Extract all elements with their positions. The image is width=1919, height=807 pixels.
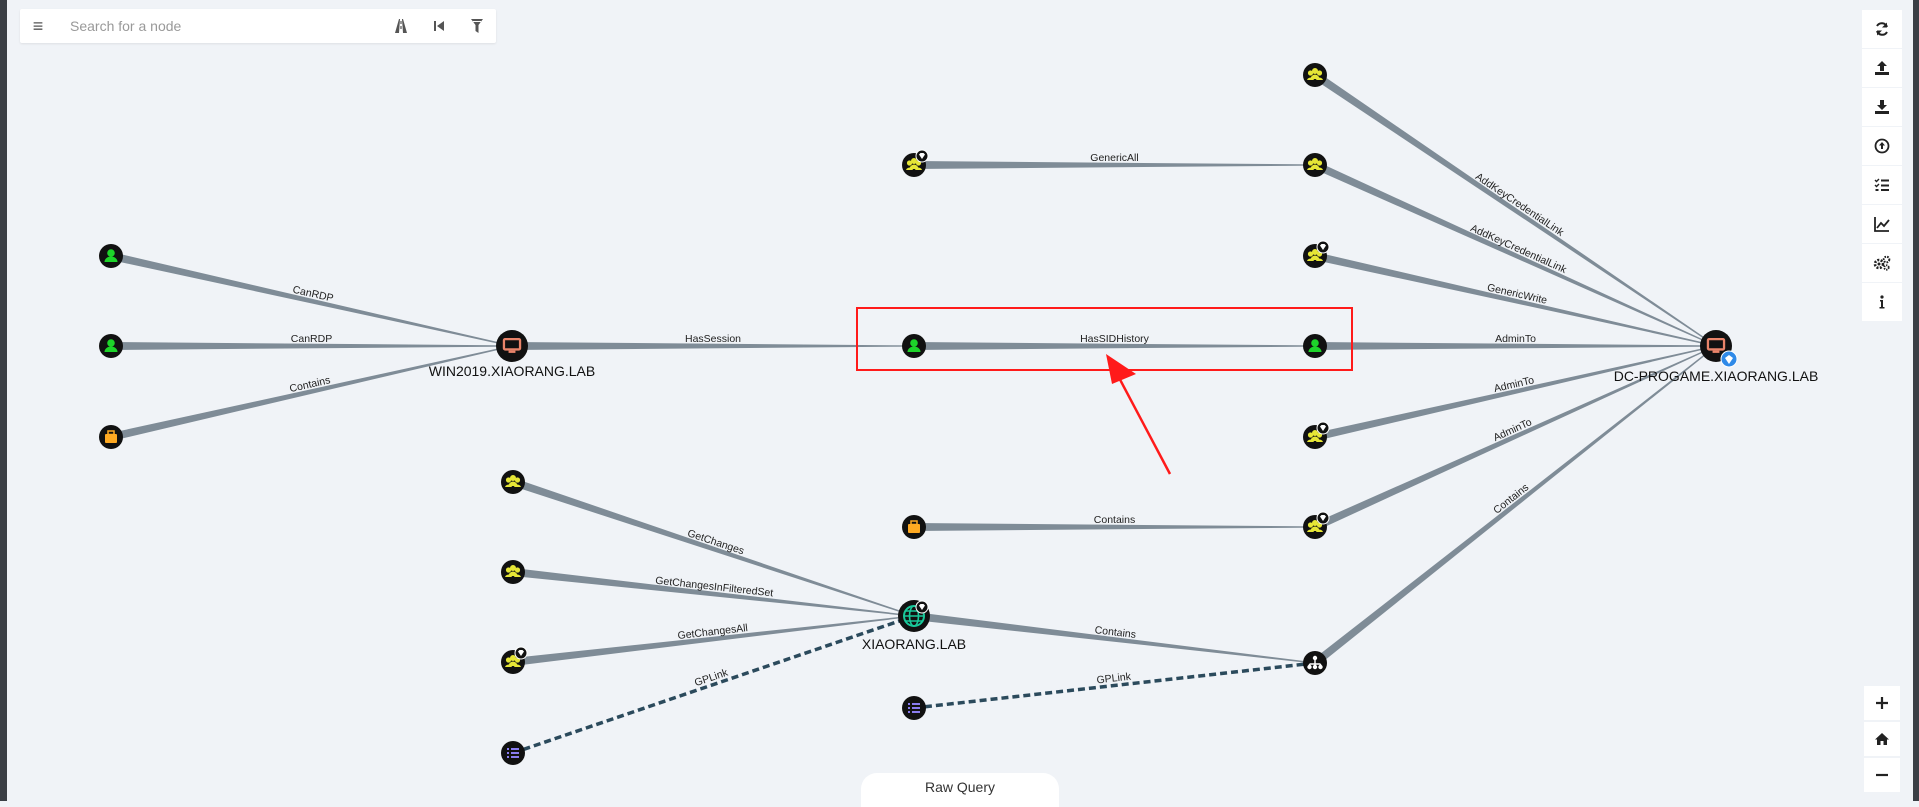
info-icon[interactable] — [1862, 283, 1902, 321]
menu-icon[interactable]: ≡ — [20, 9, 56, 43]
xiaorang-lab-domain-node[interactable] — [898, 600, 930, 632]
tier-zero-badge-icon — [1720, 350, 1738, 368]
gem-badge-icon — [915, 149, 929, 163]
user-node[interactable] — [99, 244, 123, 268]
group-node[interactable] — [501, 646, 528, 674]
right-toolbar — [1862, 10, 1902, 321]
group-node[interactable] — [1303, 511, 1330, 539]
edge-label: GenericAll — [1090, 152, 1138, 164]
raw-query-button[interactable]: Raw Query — [861, 773, 1059, 807]
group-node[interactable] — [501, 470, 525, 494]
gem-badge-icon — [1316, 511, 1330, 525]
user-node[interactable] — [902, 334, 926, 358]
group-node[interactable] — [1303, 421, 1330, 449]
filter-icon[interactable] — [458, 9, 496, 43]
settings-icon[interactable] — [1862, 244, 1902, 282]
edge-label: Contains — [1094, 514, 1135, 526]
edge-contains[interactable] — [110, 345, 513, 441]
node-label: DC-PROGAME.XIAORANG.LAB — [1614, 368, 1819, 384]
zoom-controls — [1864, 686, 1900, 792]
edge-label: AdminTo — [1495, 333, 1536, 345]
search-bar: ≡ — [20, 9, 496, 43]
group-node[interactable] — [501, 560, 525, 584]
ou-node[interactable] — [902, 515, 926, 539]
dc-progame-xiaorang-lab-computer-node[interactable] — [1700, 330, 1738, 368]
gem-badge-icon — [1316, 240, 1330, 254]
road-icon[interactable] — [382, 9, 420, 43]
gem-badge-icon — [514, 646, 528, 660]
ouwhite-node[interactable] — [1303, 651, 1327, 675]
download-icon[interactable] — [1862, 88, 1902, 126]
edge-label: HasSession — [685, 333, 741, 345]
gem-badge-icon — [1316, 421, 1330, 435]
queries-list-icon[interactable] — [1862, 166, 1902, 204]
annotation-arrow — [1106, 354, 1172, 475]
node-label: XIAORANG.LAB — [862, 636, 966, 652]
gpo-node[interactable] — [902, 696, 926, 720]
step-backward-icon[interactable] — [420, 9, 458, 43]
user-node[interactable] — [99, 334, 123, 358]
win2019-xiaorang-lab-computer-node[interactable] — [496, 330, 528, 362]
edge-addkeycredentiallink[interactable] — [1312, 71, 1717, 347]
home-icon[interactable] — [1864, 722, 1900, 756]
chart-icon[interactable] — [1862, 205, 1902, 243]
edge-label: CanRDP — [291, 333, 332, 345]
edge-getchangesall[interactable] — [512, 615, 915, 666]
user-node[interactable] — [1303, 334, 1327, 358]
group-node[interactable] — [1303, 63, 1327, 87]
search-input[interactable] — [56, 10, 382, 42]
edge-gplink[interactable] — [913, 661, 1316, 710]
refresh-icon[interactable] — [1862, 10, 1902, 48]
upload-icon[interactable] — [1862, 49, 1902, 87]
group-node[interactable] — [1303, 240, 1330, 268]
group-node[interactable] — [1303, 153, 1327, 177]
ou-node[interactable] — [99, 425, 123, 449]
zoom-out-button[interactable] — [1864, 758, 1900, 792]
gem-badge-icon — [915, 600, 929, 614]
zoom-in-button[interactable] — [1864, 686, 1900, 720]
import-icon[interactable] — [1862, 127, 1902, 165]
gpo-node[interactable] — [501, 741, 525, 765]
graph-canvas[interactable]: CanRDPCanRDPContainsHasSessionGenericAll… — [0, 0, 1919, 801]
edge-label: HasSIDHistory — [1080, 333, 1150, 345]
group-node[interactable] — [902, 149, 929, 177]
node-label: WIN2019.XIAORANG.LAB — [429, 363, 596, 379]
